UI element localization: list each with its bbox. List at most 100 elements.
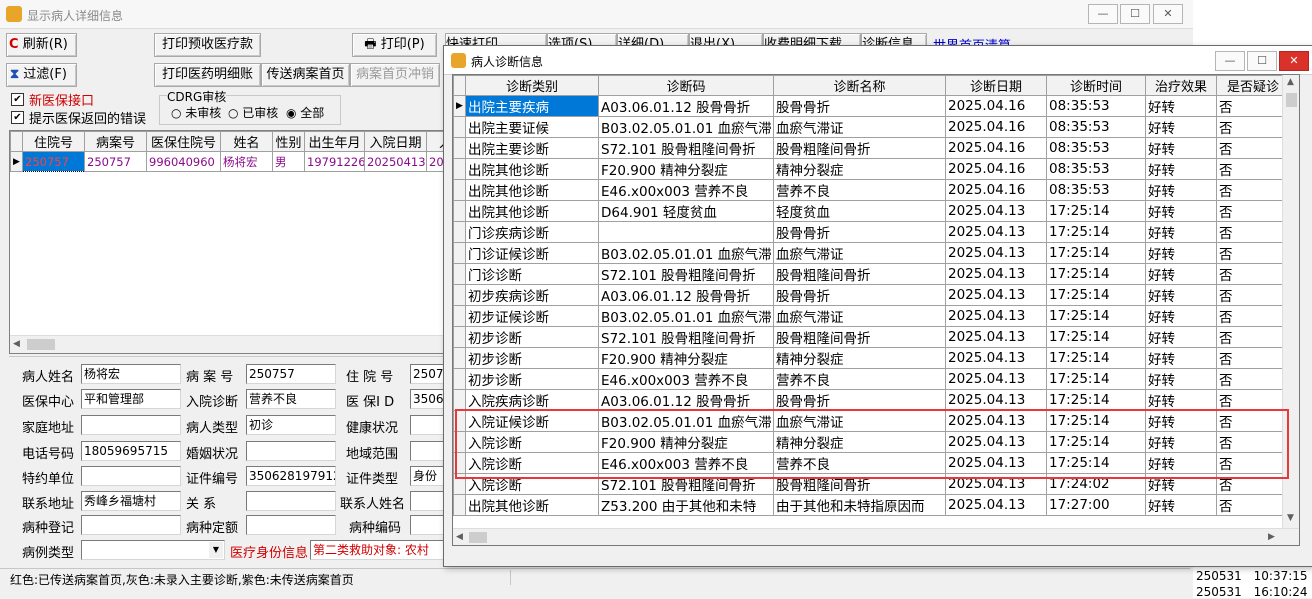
- table-cell[interactable]: 好转: [1145, 221, 1217, 243]
- table-cell[interactable]: 血瘀气滞证: [773, 116, 946, 138]
- table-cell[interactable]: 否: [1216, 137, 1290, 159]
- phone-field[interactable]: 18059695715: [81, 441, 181, 461]
- table-cell[interactable]: 好转: [1145, 179, 1217, 201]
- table-cell[interactable]: 股骨骨折: [773, 284, 946, 306]
- table-cell[interactable]: 否: [1216, 305, 1290, 327]
- table-cell[interactable]: 入院疾病诊断: [465, 389, 599, 411]
- table-cell[interactable]: 精神分裂症: [773, 347, 946, 369]
- table-cell[interactable]: 2025.04.16: [945, 179, 1047, 201]
- table-cell[interactable]: 门诊诊断: [465, 263, 599, 285]
- case-field[interactable]: 250757: [246, 364, 336, 384]
- admit-diag-field[interactable]: 营养不良: [246, 389, 336, 409]
- column-header[interactable]: 是否疑诊: [1216, 75, 1290, 96]
- print-drug-detail-button[interactable]: 打印医药明细账: [154, 63, 261, 87]
- cert-no-field[interactable]: 350628197912: [246, 466, 336, 486]
- table-cell[interactable]: 好转: [1145, 95, 1217, 117]
- table-cell[interactable]: B03.02.05.01.01 血瘀气滞: [598, 116, 774, 138]
- column-header[interactable]: 住院号: [22, 131, 85, 152]
- table-cell[interactable]: 精神分裂症: [773, 158, 946, 180]
- maximize-button[interactable]: ☐: [1120, 4, 1150, 24]
- table-cell[interactable]: 2025.04.13: [945, 494, 1047, 516]
- table-cell[interactable]: 17:25:14: [1046, 326, 1146, 348]
- column-header[interactable]: 医保住院号: [146, 131, 221, 152]
- table-cell[interactable]: 出院主要诊断: [465, 137, 599, 159]
- scroll-thumb[interactable]: [469, 532, 487, 543]
- send-case-button[interactable]: 传送病案首页: [261, 63, 350, 87]
- minimize-button[interactable]: —: [1088, 4, 1118, 24]
- table-cell[interactable]: S72.101 股骨粗隆间骨折: [598, 326, 774, 348]
- table-cell[interactable]: F20.900 精神分裂症: [598, 347, 774, 369]
- table-cell[interactable]: 初步疾病诊断: [465, 284, 599, 306]
- table-cell[interactable]: 17:25:14: [1046, 263, 1146, 285]
- table-cell[interactable]: 初步证候诊断: [465, 305, 599, 327]
- table-cell[interactable]: 2025.04.16: [945, 137, 1047, 159]
- table-row[interactable]: 初步疾病诊断 A03.06.01.12 股骨骨折 股骨骨折 2025.04.13 17:…: [453, 284, 1290, 306]
- name-field[interactable]: 杨将宏: [81, 364, 181, 384]
- table-cell[interactable]: 出院其他诊断: [465, 158, 599, 180]
- table-cell[interactable]: 否: [1216, 263, 1290, 285]
- table-cell[interactable]: F20.900 精神分裂症: [598, 158, 774, 180]
- table-row[interactable]: 初步诊断 F20.900 精神分裂症 精神分裂症 2025.04.13 17:25:14…: [453, 347, 1290, 369]
- table-cell[interactable]: 初步诊断: [465, 368, 599, 390]
- column-header[interactable]: 诊断类别: [465, 75, 599, 96]
- table-row[interactable]: 出院其他诊断 Z53.200 由于其他和未特 由于其他和未特指原因而 2025.04.…: [453, 494, 1290, 516]
- table-cell[interactable]: B03.02.05.01.01 血瘀气滞: [598, 305, 774, 327]
- column-header[interactable]: 病案号: [84, 131, 147, 152]
- table-cell[interactable]: 血瘀气滞证: [773, 305, 946, 327]
- table-cell[interactable]: 好转: [1145, 158, 1217, 180]
- table-cell[interactable]: 17:25:14: [1046, 242, 1146, 264]
- table-cell[interactable]: 好转: [1145, 137, 1217, 159]
- table-cell[interactable]: 股骨粗隆间骨折: [773, 263, 946, 285]
- table-row[interactable]: ▶ 250757 250757 996040960 杨将宏 男 19791226…: [10, 151, 444, 172]
- table-cell[interactable]: [598, 221, 774, 243]
- column-header[interactable]: 诊断日期: [945, 75, 1047, 96]
- refresh-button[interactable]: C 刷新(R): [6, 33, 77, 57]
- table-cell[interactable]: 17:25:14: [1046, 347, 1146, 369]
- table-cell[interactable]: A03.06.01.12 股骨骨折: [598, 389, 774, 411]
- filter-button[interactable]: ⧗ 过滤(F): [6, 63, 77, 87]
- table-cell[interactable]: 否: [1216, 200, 1290, 222]
- table-cell[interactable]: Z53.200 由于其他和未特: [598, 494, 774, 516]
- table-cell[interactable]: B03.02.05.01.01 血瘀气滞: [598, 242, 774, 264]
- health-field[interactable]: [410, 415, 444, 435]
- identity-field[interactable]: 第二类救助对象: 农村: [310, 540, 444, 560]
- table-cell[interactable]: 好转: [1145, 200, 1217, 222]
- address-field[interactable]: [81, 415, 181, 435]
- column-header[interactable]: 诊断码: [598, 75, 774, 96]
- table-cell[interactable]: 2025.04.13: [945, 284, 1047, 306]
- table-cell[interactable]: 17:27:00: [1046, 494, 1146, 516]
- table-cell[interactable]: 否: [1216, 347, 1290, 369]
- table-cell[interactable]: 好转: [1145, 389, 1217, 411]
- table-cell[interactable]: 否: [1216, 158, 1290, 180]
- table-row[interactable]: 出院其他诊断 F20.900 精神分裂症 精神分裂症 2025.04.16 08:35:…: [453, 158, 1290, 180]
- contact-name-field[interactable]: [410, 491, 444, 511]
- column-header[interactable]: 诊断时间: [1046, 75, 1146, 96]
- table-cell[interactable]: 08:35:53: [1046, 116, 1146, 138]
- scroll-thumb[interactable]: [27, 339, 55, 350]
- table-cell[interactable]: 由于其他和未特指原因而: [773, 494, 946, 516]
- table-row[interactable]: 入院疾病诊断 A03.06.01.12 股骨骨折 股骨骨折 2025.04.13 17:…: [453, 389, 1290, 411]
- diagnosis-hscroll[interactable]: ◀ ▶: [453, 528, 1299, 545]
- table-row[interactable]: ▶ 出院主要疾病 A03.06.01.12 股骨骨折 股骨骨折 2025.04.16 08…: [453, 95, 1290, 117]
- table-cell[interactable]: D64.901 轻度贫血: [598, 200, 774, 222]
- table-cell[interactable]: 否: [1216, 221, 1290, 243]
- table-cell[interactable]: A03.06.01.12 股骨骨折: [598, 284, 774, 306]
- table-cell[interactable]: 股骨骨折: [773, 95, 946, 117]
- table-cell[interactable]: 股骨粗隆间骨折: [773, 137, 946, 159]
- column-header[interactable]: 入院日期: [364, 131, 427, 152]
- column-header[interactable]: 诊断名称: [773, 75, 946, 96]
- table-cell[interactable]: 否: [1216, 284, 1290, 306]
- table-cell[interactable]: 初步诊断: [465, 326, 599, 348]
- column-header[interactable]: 性别: [272, 131, 305, 152]
- table-cell[interactable]: 2025.04.16: [945, 158, 1047, 180]
- contract-field[interactable]: [81, 466, 181, 486]
- table-cell[interactable]: 2025.04.13: [945, 389, 1047, 411]
- table-row[interactable]: 门诊诊断 S72.101 股骨粗隆间骨折 股骨粗隆间骨折 2025.04.13 17:2…: [453, 263, 1290, 285]
- table-cell[interactable]: 好转: [1145, 263, 1217, 285]
- table-cell[interactable]: 出院其他诊断: [465, 494, 599, 516]
- inpatient-field[interactable]: 2507: [410, 364, 444, 384]
- table-cell[interactable]: 轻度贫血: [773, 200, 946, 222]
- table-row[interactable]: 初步诊断 S72.101 股骨粗隆间骨折 股骨粗隆间骨折 2025.04.13 17:2…: [453, 326, 1290, 348]
- table-cell[interactable]: 出院主要疾病: [465, 95, 599, 117]
- table-cell[interactable]: 2025.04.13: [945, 368, 1047, 390]
